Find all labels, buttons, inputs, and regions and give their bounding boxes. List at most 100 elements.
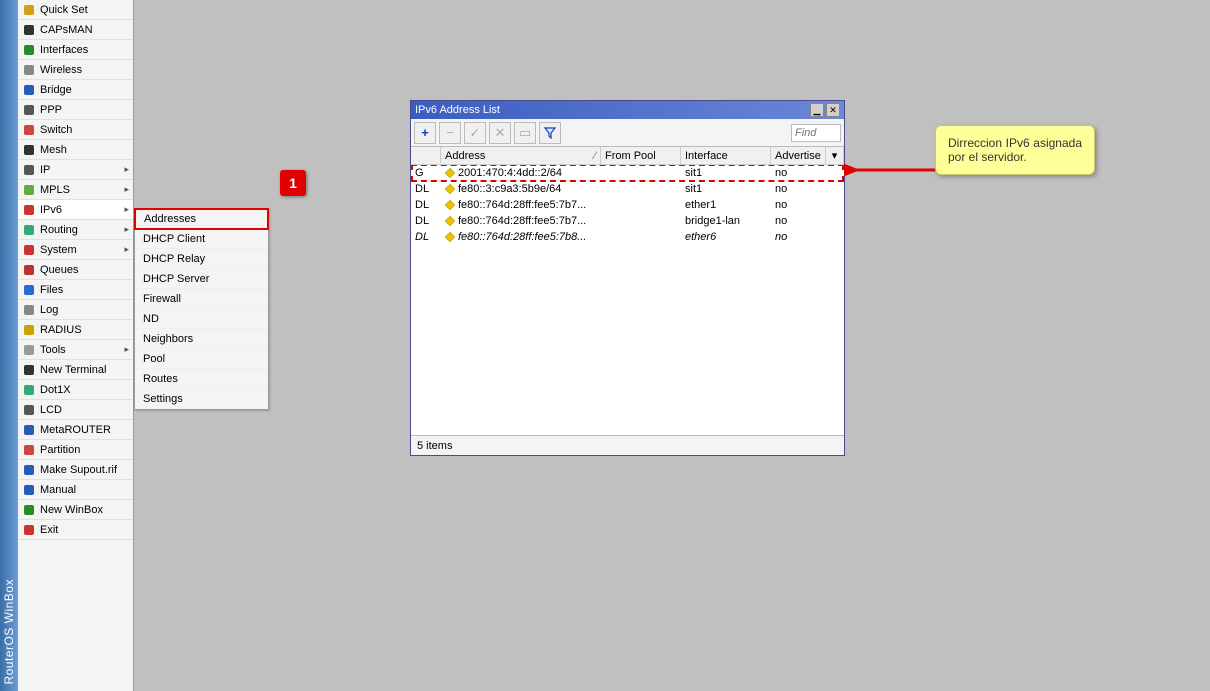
close-button[interactable]: ✕ bbox=[826, 103, 840, 117]
row-advertise: no bbox=[771, 183, 844, 195]
sidebar-item-tools[interactable]: Tools ▸ bbox=[18, 340, 133, 360]
lcd-icon bbox=[22, 403, 36, 417]
sidebar-item-queues[interactable]: Queues bbox=[18, 260, 133, 280]
sidebar-item-wireless[interactable]: Wireless bbox=[18, 60, 133, 80]
add-button[interactable]: + bbox=[414, 122, 436, 144]
sidebar-item-mpls[interactable]: MPLS▸ bbox=[18, 180, 133, 200]
column-address[interactable]: Address ∕ bbox=[441, 147, 601, 164]
submenu-item-dhcp-client[interactable]: DHCP Client bbox=[135, 229, 268, 249]
sidebar-item-metarouter[interactable]: MetaROUTER bbox=[18, 420, 133, 440]
sidebar-item-label: Switch bbox=[40, 124, 72, 136]
iface-icon bbox=[22, 43, 36, 57]
grid-body: G2001:470:4:4dd::2/64sit1noDLfe80::3:c9a… bbox=[411, 165, 844, 435]
submenu-item-firewall[interactable]: Firewall bbox=[135, 289, 268, 309]
submenu-item-neighbors[interactable]: Neighbors bbox=[135, 329, 268, 349]
ipv6-submenu: AddressesDHCP ClientDHCP RelayDHCP Serve… bbox=[134, 208, 269, 410]
row-address: 2001:470:4:4dd::2/64 bbox=[441, 167, 601, 179]
minimize-button[interactable]: ▁ bbox=[810, 103, 824, 117]
sidebar-item-log[interactable]: Log bbox=[18, 300, 133, 320]
dot1x-icon bbox=[22, 383, 36, 397]
bridge-icon bbox=[22, 83, 36, 97]
ipv6-icon bbox=[22, 203, 36, 217]
sidebar-item-label: System bbox=[40, 244, 77, 256]
sidebar-item-radius[interactable]: RADIUS bbox=[18, 320, 133, 340]
table-row[interactable]: DLfe80::764d:28ff:fee5:7b7...bridge1-lan… bbox=[411, 213, 844, 229]
sidebar-item-files[interactable]: Files bbox=[18, 280, 133, 300]
column-advertise[interactable]: Advertise bbox=[771, 147, 826, 164]
annotation-arrow-icon bbox=[844, 160, 944, 180]
comment-button[interactable]: ▭ bbox=[514, 122, 536, 144]
tools-icon bbox=[22, 343, 36, 357]
sidebar-item-make-supout-rif[interactable]: Make Supout.rif bbox=[18, 460, 133, 480]
submenu-arrow-icon: ▸ bbox=[124, 224, 129, 235]
submenu-arrow-icon: ▸ bbox=[124, 244, 129, 255]
sidebar-item-label: Queues bbox=[40, 264, 79, 276]
sidebar-item-ipv6[interactable]: IPv6▸ bbox=[18, 200, 133, 220]
table-row[interactable]: DLfe80::764d:28ff:fee5:7b7...ether1no bbox=[411, 197, 844, 213]
switch-icon bbox=[22, 123, 36, 137]
table-row[interactable]: DLfe80::3:c9a3:5b9e/64sit1no bbox=[411, 181, 844, 197]
column-from-pool[interactable]: From Pool bbox=[601, 147, 681, 164]
enable-button[interactable]: ✓ bbox=[464, 122, 486, 144]
part-icon bbox=[22, 443, 36, 457]
annotation-note: Dirreccion IPv6 asignada por el servidor… bbox=[935, 125, 1095, 175]
row-flag: G bbox=[411, 167, 441, 179]
sidebar-item-ppp[interactable]: PPP bbox=[18, 100, 133, 120]
submenu-item-dhcp-server[interactable]: DHCP Server bbox=[135, 269, 268, 289]
ppp-icon bbox=[22, 103, 36, 117]
sort-indicator-icon: ∕ bbox=[594, 150, 596, 162]
sidebar-item-label: RADIUS bbox=[40, 324, 82, 336]
row-flag: DL bbox=[411, 215, 441, 227]
sidebar-item-capsman[interactable]: CAPsMAN bbox=[18, 20, 133, 40]
sidebar-item-mesh[interactable]: Mesh bbox=[18, 140, 133, 160]
sidebar-item-interfaces[interactable]: Interfaces bbox=[18, 40, 133, 60]
routing-icon bbox=[22, 223, 36, 237]
sidebar-item-bridge[interactable]: Bridge bbox=[18, 80, 133, 100]
submenu-arrow-icon: ▸ bbox=[124, 204, 129, 215]
sidebar-item-label: Routing bbox=[40, 224, 78, 236]
filter-button[interactable] bbox=[539, 122, 561, 144]
address-icon bbox=[445, 216, 455, 226]
sidebar-item-lcd[interactable]: LCD bbox=[18, 400, 133, 420]
sidebar-item-system[interactable]: System ▸ bbox=[18, 240, 133, 260]
table-row[interactable]: G2001:470:4:4dd::2/64sit1no bbox=[411, 165, 844, 181]
sidebar-item-partition[interactable]: Partition bbox=[18, 440, 133, 460]
table-row[interactable]: DLfe80::764d:28ff:fee5:7b8...ether6no bbox=[411, 229, 844, 245]
ipv6-address-list-window: IPv6 Address List ▁ ✕ + − ✓ ✕ ▭ Address … bbox=[410, 100, 845, 456]
row-flag: DL bbox=[411, 183, 441, 195]
sidebar-item-manual[interactable]: Manual bbox=[18, 480, 133, 500]
window-titlebar[interactable]: IPv6 Address List ▁ ✕ bbox=[411, 101, 844, 119]
column-dropdown[interactable]: ▾ bbox=[826, 147, 844, 164]
sidebar-item-label: Quick Set bbox=[40, 4, 88, 16]
sidebar-item-exit[interactable]: Exit bbox=[18, 520, 133, 540]
sidebar-item-dot1x[interactable]: Dot1X bbox=[18, 380, 133, 400]
row-advertise: no bbox=[771, 215, 844, 227]
sidebar-item-new-terminal[interactable]: New Terminal bbox=[18, 360, 133, 380]
address-icon bbox=[445, 200, 455, 210]
submenu-item-dhcp-relay[interactable]: DHCP Relay bbox=[135, 249, 268, 269]
sidebar-item-switch[interactable]: Switch bbox=[18, 120, 133, 140]
mpls-icon bbox=[22, 183, 36, 197]
sidebar-item-quick-set[interactable]: Quick Set bbox=[18, 0, 133, 20]
submenu-item-addresses[interactable]: Addresses bbox=[134, 208, 269, 230]
column-interface[interactable]: Interface bbox=[681, 147, 771, 164]
sidebar-item-label: MetaROUTER bbox=[40, 424, 111, 436]
wifi-icon bbox=[22, 63, 36, 77]
submenu-item-settings[interactable]: Settings bbox=[135, 389, 268, 409]
queues-icon bbox=[22, 263, 36, 277]
row-interface: ether6 bbox=[681, 231, 771, 243]
sidebar-item-new-winbox[interactable]: New WinBox bbox=[18, 500, 133, 520]
sidebar-item-label: Tools bbox=[40, 344, 66, 356]
sidebar-item-routing[interactable]: Routing ▸ bbox=[18, 220, 133, 240]
submenu-item-nd[interactable]: ND bbox=[135, 309, 268, 329]
sidebar-item-label: Log bbox=[40, 304, 58, 316]
remove-button[interactable]: − bbox=[439, 122, 461, 144]
row-address: fe80::764d:28ff:fee5:7b8... bbox=[441, 231, 601, 243]
submenu-item-routes[interactable]: Routes bbox=[135, 369, 268, 389]
submenu-item-pool[interactable]: Pool bbox=[135, 349, 268, 369]
find-input[interactable] bbox=[791, 124, 841, 142]
column-flags[interactable] bbox=[411, 147, 441, 164]
submenu-arrow-icon: ▸ bbox=[124, 344, 129, 355]
disable-button[interactable]: ✕ bbox=[489, 122, 511, 144]
sidebar-item-ip[interactable]: IP▸ bbox=[18, 160, 133, 180]
